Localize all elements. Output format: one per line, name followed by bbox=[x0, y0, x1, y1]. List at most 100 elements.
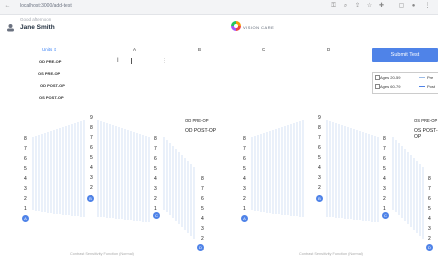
row-label-os-pre-op: OS PRE-OP bbox=[38, 71, 61, 76]
legend-item-1: Ages 20-59 bbox=[380, 75, 401, 80]
share-icon[interactable]: ⇪ bbox=[354, 3, 361, 10]
badge-c[interactable]: C bbox=[153, 212, 160, 219]
tick-label: 5 bbox=[318, 155, 321, 161]
tick-label: 6 bbox=[243, 156, 246, 162]
sort-icon: ⇕ bbox=[53, 47, 57, 52]
tab-icon[interactable]: ▢ bbox=[398, 3, 405, 10]
legend: Ages 20-59 Pre Ages 60-79 Post bbox=[372, 72, 438, 94]
legend-series-1: Pre bbox=[427, 75, 434, 80]
chart-caption: Contrast Sensitivity Function (Normal) bbox=[299, 252, 363, 256]
col-header-c: C bbox=[262, 47, 266, 52]
back-icon[interactable]: ← bbox=[4, 3, 11, 10]
legend-line-post bbox=[419, 86, 425, 87]
submit-test-button[interactable]: Submit Test bbox=[372, 48, 438, 62]
user-avatar-icon bbox=[6, 19, 15, 32]
tick-label: 3 bbox=[318, 175, 321, 181]
csf-chart-2: 8 7 6 5 4 3 2 1 A 9 8 7 6 5 4 3 2 1 B 8 … bbox=[219, 110, 438, 257]
tick-label: 5 bbox=[154, 166, 157, 172]
chart-title-post: OS POST-OP bbox=[414, 128, 438, 140]
chart-title-post: OD POST-OP bbox=[185, 128, 217, 134]
tick-label: 7 bbox=[201, 186, 204, 192]
tick-label: 3 bbox=[243, 186, 246, 192]
chart-caption: Contrast Sensitivity Function (Normal) bbox=[70, 252, 134, 256]
tick-label: 4 bbox=[154, 176, 157, 182]
tick-label: 8 bbox=[201, 176, 204, 182]
tick-label: 4 bbox=[90, 165, 93, 171]
tick-label: 4 bbox=[243, 176, 246, 182]
tick-label: 2 bbox=[383, 196, 386, 202]
tick-label: 1 bbox=[243, 206, 246, 212]
tick-label: 7 bbox=[383, 146, 386, 152]
tick-label: 3 bbox=[154, 186, 157, 192]
tick-label: 5 bbox=[24, 166, 27, 172]
badge-a[interactable]: A bbox=[22, 215, 29, 222]
badge-b[interactable]: B bbox=[316, 195, 323, 202]
menu-icon[interactable]: ⋮ bbox=[424, 3, 431, 10]
tick-label: 2 bbox=[201, 236, 204, 242]
badge-c[interactable]: C bbox=[382, 212, 389, 219]
tick-label: 2 bbox=[90, 185, 93, 191]
address-bar[interactable]: localhost:3000/add-test bbox=[20, 3, 72, 9]
row-label-od-pre-op: OD PRE-OP bbox=[39, 59, 62, 64]
badge-d[interactable]: D bbox=[197, 244, 204, 251]
col-header-d: D bbox=[327, 47, 331, 52]
tick-label: 3 bbox=[90, 175, 93, 181]
tick-label: 8 bbox=[318, 125, 321, 131]
tick-label: 7 bbox=[318, 135, 321, 141]
tick-label: 3 bbox=[24, 186, 27, 192]
tick-label: 6 bbox=[154, 156, 157, 162]
tick-label: 4 bbox=[318, 165, 321, 171]
user-name: Jane Smith bbox=[20, 24, 55, 31]
tick-label: 7 bbox=[243, 146, 246, 152]
tick-label: 5 bbox=[243, 166, 246, 172]
tick-label: 6 bbox=[383, 156, 386, 162]
tick-label: 7 bbox=[24, 146, 27, 152]
tick-label: 8 bbox=[90, 125, 93, 131]
key-icon[interactable]: ⚿ bbox=[330, 3, 337, 10]
tick-label: 7 bbox=[154, 146, 157, 152]
tick-label: 5 bbox=[428, 206, 431, 212]
tick-label: 7 bbox=[428, 186, 431, 192]
tick-label: 3 bbox=[428, 226, 431, 232]
star-icon[interactable]: ☆ bbox=[366, 3, 373, 10]
badge-d[interactable]: D bbox=[426, 244, 433, 251]
legend-line-pre bbox=[419, 77, 425, 78]
tick-label: 8 bbox=[428, 176, 431, 182]
tick-label: 5 bbox=[383, 166, 386, 172]
tick-label: 2 bbox=[428, 236, 431, 242]
extension-icon[interactable]: ✚ bbox=[378, 3, 385, 10]
tick-label: 9 bbox=[318, 115, 321, 121]
units-header-label: Units bbox=[42, 47, 53, 52]
tick-label: 6 bbox=[201, 196, 204, 202]
tick-label: 6 bbox=[24, 156, 27, 162]
tick-label: 2 bbox=[154, 196, 157, 202]
chart-title-pre: OS PRE-OP bbox=[414, 118, 438, 123]
units-header[interactable]: Units ⇕ bbox=[42, 47, 57, 52]
text-cursor-icon: I bbox=[117, 58, 119, 64]
tick-label: 8 bbox=[383, 136, 386, 142]
col-header-b: B bbox=[198, 47, 202, 52]
tick-label: 4 bbox=[201, 216, 204, 222]
greeting: Good afternoon bbox=[20, 17, 52, 22]
cell-handle-icon[interactable]: ⋮ bbox=[162, 58, 167, 64]
tick-label: 5 bbox=[90, 155, 93, 161]
cell-input-a-od-pre-op[interactable] bbox=[131, 58, 132, 64]
csf-chart-1: 8 7 6 5 4 3 2 1 A 9 8 7 6 5 4 3 2 1 B 8 … bbox=[0, 110, 219, 257]
tick-label: 8 bbox=[24, 136, 27, 142]
profile-icon[interactable]: ● bbox=[410, 3, 417, 10]
tick-label: 4 bbox=[24, 176, 27, 182]
tick-label: 9 bbox=[90, 115, 93, 121]
brand-name: VISION CARE bbox=[243, 25, 275, 30]
tick-label: 2 bbox=[318, 185, 321, 191]
badge-b[interactable]: B bbox=[87, 195, 94, 202]
legend-item-2: Ages 60-79 bbox=[380, 84, 401, 89]
tick-label: 2 bbox=[243, 196, 246, 202]
zoom-icon[interactable]: ⌕ bbox=[342, 3, 349, 10]
tick-label: 8 bbox=[154, 136, 157, 142]
tick-label: 6 bbox=[318, 145, 321, 151]
row-label-os-post-op: OS POST-OP bbox=[39, 95, 64, 100]
tick-label: 3 bbox=[201, 226, 204, 232]
tick-label: 8 bbox=[243, 136, 246, 142]
chart-title-pre: OD PRE-OP bbox=[185, 118, 209, 123]
badge-a[interactable]: A bbox=[241, 215, 248, 222]
